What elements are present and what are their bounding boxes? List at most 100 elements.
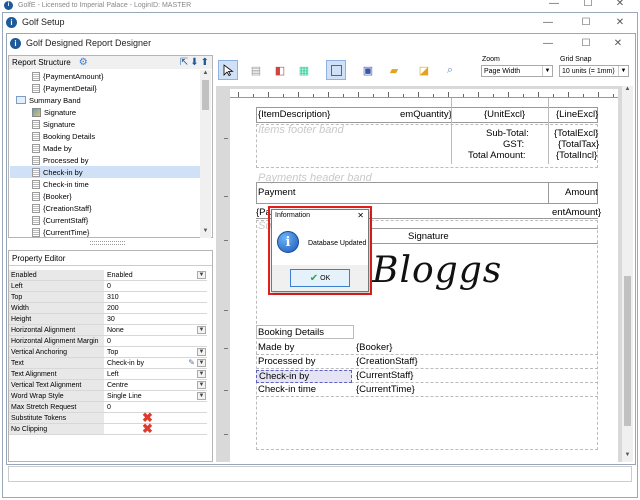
outer-close-button[interactable]: ✕ [606, 0, 634, 9]
outer-maximize-button[interactable]: ☐ [574, 0, 602, 9]
tree-item[interactable]: {CreationStaff} [10, 202, 200, 214]
detail-value[interactable]: {CurrentTime} [356, 384, 415, 395]
report-structure-scrollbar[interactable]: ▲ ▼ [200, 70, 211, 238]
scroll-down-arrow-icon[interactable]: ▼ [622, 452, 633, 462]
preview-zoom-icon[interactable]: ⌕ [440, 60, 460, 80]
scroll-up-arrow-icon[interactable]: ▲ [200, 70, 211, 80]
property-value[interactable]: 0 [104, 281, 207, 291]
scrollbar-thumb[interactable] [624, 276, 631, 426]
property-row[interactable]: Text Alignment Left ▼ [9, 369, 207, 380]
chevron-down-icon[interactable]: ▼ [197, 381, 206, 389]
payment-column-header[interactable]: Payment [258, 187, 296, 198]
chevron-down-icon[interactable]: ▼ [197, 348, 206, 356]
property-value[interactable]: 310 [104, 292, 207, 302]
save-icon[interactable]: ▣ [358, 60, 378, 80]
tree-item[interactable]: {CurrentStaff} [10, 214, 200, 226]
pointer-tool-button[interactable] [218, 60, 238, 80]
property-grid[interactable]: Enabled Enabled ▼ Left 0 Top 310 Width 200 Height… [9, 270, 207, 440]
detail-label[interactable]: Made by [258, 342, 294, 353]
detail-label[interactable]: Processed by [258, 356, 316, 367]
splitter-grip[interactable] [90, 241, 125, 245]
setup-minimize-button[interactable]: — [534, 14, 562, 30]
zoom-select[interactable]: Page Width ▼ [481, 65, 553, 77]
chevron-down-icon[interactable]: ▼ [197, 392, 206, 400]
property-row[interactable]: Top 310 [9, 292, 207, 303]
tree-item[interactable]: Signature [10, 118, 200, 130]
property-row[interactable]: Horizontal Alignment None ▼ [9, 325, 207, 336]
setup-close-button[interactable]: ✕ [606, 14, 634, 30]
tree-item[interactable]: Made by [10, 142, 200, 154]
gst-field[interactable]: {TotalTax} [558, 139, 599, 150]
unit-excl-field[interactable]: {UnitExcl} [484, 109, 525, 120]
property-row[interactable]: Text Check-in by ✎ ▼ [9, 358, 207, 369]
dialog-close-icon[interactable]: ✕ [357, 211, 364, 220]
property-row[interactable]: Vertical Text Alignment Centre ▼ [9, 380, 207, 391]
designer-maximize-button[interactable]: ☐ [572, 35, 600, 51]
text-tool-icon[interactable]: ▤ [246, 60, 266, 80]
collapse-tree-icon[interactable]: ⇱ [180, 57, 188, 68]
property-row[interactable]: No Clipping ✖ [9, 422, 207, 435]
unchecked-x-icon[interactable]: ✖ [142, 422, 153, 435]
sub-total-label[interactable]: Sub-Total: [486, 128, 529, 139]
scrollbar-thumb[interactable] [202, 80, 209, 110]
total-amount-label[interactable]: Total Amount: [468, 150, 526, 161]
move-up-icon[interactable]: ⬆ [201, 57, 209, 68]
detail-label[interactable]: Check-in time [258, 384, 316, 395]
property-row[interactable]: Vertical Anchoring Top ▼ [9, 347, 207, 358]
structure-tool-icon[interactable]: ⚙ [79, 57, 88, 68]
property-value[interactable]: 30 [104, 314, 207, 324]
booking-details-label[interactable]: Booking Details [258, 327, 324, 338]
tree-item[interactable]: Booking Details [10, 130, 200, 142]
scroll-down-arrow-icon[interactable]: ▼ [200, 228, 211, 238]
chevron-down-icon[interactable]: ▼ [197, 359, 206, 367]
color-tool-icon[interactable]: ▦ [294, 60, 314, 80]
select-region-button[interactable] [326, 60, 346, 80]
chevron-down-icon[interactable]: ▼ [197, 370, 206, 378]
property-row[interactable]: Max Stretch Request 0 [9, 402, 207, 413]
chevron-down-icon[interactable]: ▼ [197, 326, 206, 334]
tree-item[interactable]: {PaymentAmount} [10, 70, 200, 82]
property-value[interactable]: ✖ [104, 411, 207, 424]
item-description-field[interactable]: {ItemDescription} [258, 109, 330, 120]
detail-value[interactable]: {Booker} [356, 342, 392, 353]
report-structure-tree[interactable]: {PaymentAmount} {PaymentDetail} Summary Ba… [10, 70, 200, 238]
property-row[interactable]: Width 200 [9, 303, 207, 314]
tree-item[interactable]: Processed by [10, 154, 200, 166]
signature-image[interactable]: Bloggs [372, 250, 502, 291]
open-folder-icon[interactable]: ▰ [384, 60, 404, 80]
property-value[interactable]: Top ▼ [104, 347, 207, 357]
property-value[interactable]: None ▼ [104, 325, 207, 335]
detail-value[interactable]: {CreationStaff} [356, 356, 418, 367]
property-value[interactable]: 0 [104, 336, 207, 346]
tree-item[interactable]: {CurrentTime} [10, 226, 200, 238]
dialog-ok-button[interactable]: ✔ OK [290, 269, 350, 287]
move-down-icon[interactable]: ⬇ [190, 57, 198, 68]
property-value[interactable]: Enabled ▼ [104, 270, 207, 280]
property-row[interactable]: Left 0 [9, 281, 207, 292]
payment-amount-field[interactable]: entAmount} [552, 207, 601, 218]
tree-item[interactable]: {Booker} [10, 190, 200, 202]
property-value[interactable]: ✖ [104, 422, 207, 435]
chevron-down-icon[interactable]: ▼ [197, 271, 206, 279]
property-value[interactable]: Single Line ▼ [104, 391, 207, 401]
total-amount-field[interactable]: {TotalIncl} [556, 150, 597, 161]
setup-maximize-button[interactable]: ☐ [572, 14, 600, 30]
tree-item[interactable]: Signature [10, 106, 200, 118]
image-tool-icon[interactable]: ◧ [270, 60, 290, 80]
property-value[interactable]: Left ▼ [104, 369, 207, 379]
designer-close-button[interactable]: ✕ [604, 35, 632, 51]
detail-label[interactable]: Check-in by [256, 370, 352, 383]
property-row[interactable]: Substitute Tokens ✖ [9, 411, 207, 424]
export-icon[interactable]: ◪ [414, 60, 434, 80]
tree-item[interactable]: {PaymentDetail} [10, 82, 200, 94]
property-row[interactable]: Horizontal Alignment Margin 0 [9, 336, 207, 347]
outer-minimize-button[interactable]: — [540, 0, 568, 9]
line-excl-field[interactable]: {LineExcl} [556, 109, 598, 120]
property-value[interactable]: Centre ▼ [104, 380, 207, 390]
item-quantity-field[interactable]: emQuantity} [400, 109, 452, 120]
property-row[interactable]: Enabled Enabled ▼ [9, 270, 207, 281]
tree-item[interactable]: Check-in by [10, 166, 200, 178]
property-row[interactable]: Word Wrap Style Single Line ▼ [9, 391, 207, 402]
canvas-scrollbar[interactable]: ▲ ▼ [622, 86, 633, 462]
gst-label[interactable]: GST: [503, 139, 524, 150]
